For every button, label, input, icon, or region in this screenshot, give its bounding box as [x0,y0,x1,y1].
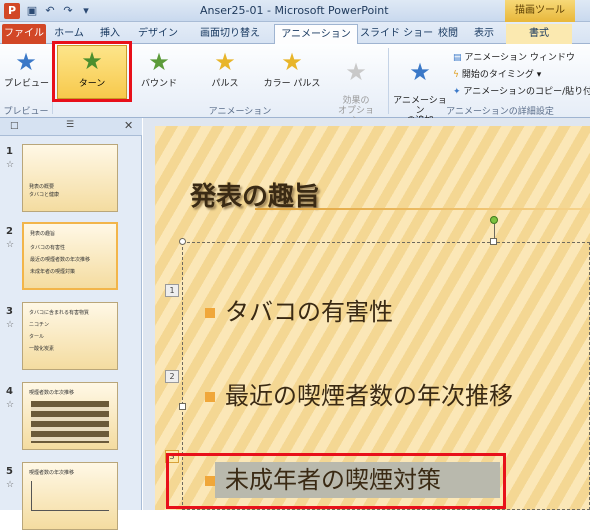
chart-graphic [31,481,109,511]
title-bar: P ▣ ↶ ↷ ▾ Anser25-01 - Microsoft PowerPo… [0,0,590,22]
animation-pane-button[interactable]: ▤ アニメーション ウィンドウ [453,50,575,63]
slide-thumbnail-1[interactable]: 発表の概要 タバコと健康 [22,144,118,212]
resize-handle[interactable] [490,238,497,245]
tab-format[interactable]: 書式 [506,24,572,44]
slide-thumbnail-pane: □ ☰ ✕ 1 ☆ 発表の概要 タバコと健康 2 ☆ 発表の趣旨 タバコの有害性… [0,118,142,530]
slide-editing-area: 発表の趣旨 1 タバコの有害性 2 最近の喫煙者数の年次推移 3 未成年者の喫煙… [143,118,590,510]
drawing-tools-context-header: 描画ツール [505,0,575,22]
color-pulse-animation-button[interactable]: ★ カラー パルス [262,48,322,89]
bounce-animation-button[interactable]: ★ バウンド [137,48,181,89]
bullet-marker [205,392,215,402]
table-graphic [31,401,109,443]
pane-header: □ ☰ ✕ [0,118,142,136]
animation-painter-icon: ✦ [453,87,461,97]
slide-thumbnail-2[interactable]: 発表の趣旨 タバコの有害性 最近の喫煙者数の年次推移 未成年者の喫煙対策 [22,222,118,290]
slide-canvas: 発表の趣旨 1 タバコの有害性 2 最近の喫煙者数の年次推移 3 未成年者の喫煙… [155,126,590,510]
preview-star-icon: ★ [15,48,37,76]
animation-star-icon: ☆ [6,480,15,490]
preview-button[interactable]: ★ プレビュー [4,48,49,89]
slide-thumbnail-5[interactable]: 喫煙者数の年次推移 [22,462,118,530]
bounce-star-icon: ★ [148,48,170,76]
group-label-animation: アニメーション [208,107,272,117]
rotation-handle[interactable] [490,216,498,224]
tab-slideshow[interactable]: スライド ショー [360,24,433,44]
tab-file[interactable]: ファイル [2,24,46,44]
trigger-button[interactable]: ϟ 開始のタイミング ▾ [453,67,541,80]
slide-thumbnail-3[interactable]: タバコに含まれる有害物質 ニコチン タール 一酸化炭素 [22,302,118,370]
animation-star-icon: ☆ [6,160,15,170]
tab-view[interactable]: 表示 [466,24,502,44]
effect-options-button[interactable]: ★ 効果の オプション [334,48,378,126]
animation-pane-icon: ▤ [453,53,462,63]
undo-icon[interactable]: ↶ [42,3,58,19]
slides-tab-icon[interactable]: □ [10,121,19,131]
outline-tab-icon[interactable]: ☰ [66,120,74,130]
slide-number: 1 [6,146,13,157]
bullet-text[interactable]: 最近の喫煙者数の年次推移 [225,376,513,411]
slide-number: 5 [6,466,13,477]
slide-number: 2 [6,226,13,237]
customize-quick-access-icon[interactable]: ▾ [78,3,94,19]
powerpoint-app-icon[interactable]: P [4,3,20,19]
pulse-animation-button[interactable]: ★ パルス [203,48,247,89]
chevron-down-icon: ▾ [536,70,542,80]
save-icon[interactable]: ▣ [24,3,40,19]
resize-handle[interactable] [179,403,186,410]
slide-number: 4 [6,386,13,397]
add-animation-star-icon: ★ [409,58,431,86]
group-label-preview: プレビュー [3,107,49,117]
color-pulse-star-icon: ★ [281,48,303,76]
tab-animations[interactable]: アニメーション [274,24,358,45]
title-underline [255,208,590,210]
animation-order-tag[interactable]: 2 [165,370,179,383]
selected-bullet-highlight-box [166,453,506,509]
pulse-star-icon: ★ [214,48,236,76]
tab-review[interactable]: 校閲 [432,24,464,44]
animation-painter-button[interactable]: ✦ アニメーションのコピー/貼り付け [453,84,590,97]
resize-handle[interactable] [179,238,186,245]
animation-order-tag[interactable]: 1 [165,284,179,297]
turn-highlight-box [52,41,132,102]
animation-star-icon: ☆ [6,320,15,330]
group-label-advanced-animation: アニメーションの詳細設定 [446,107,554,117]
lightning-icon: ϟ [453,70,459,80]
bullet-text[interactable]: タバコの有害性 [225,292,393,327]
tab-design[interactable]: デザイン [130,24,186,44]
slide-number: 3 [6,306,13,317]
effect-options-star-icon: ★ [345,58,367,86]
group-separator [388,48,389,114]
bullet-marker [205,308,215,318]
window-title: Anser25-01 - Microsoft PowerPoint [200,4,389,17]
animation-star-icon: ☆ [6,400,15,410]
redo-icon[interactable]: ↷ [60,3,76,19]
slide-thumbnail-4[interactable]: 喫煙者数の年次推移 [22,382,118,450]
animation-star-icon: ☆ [6,240,15,250]
close-icon[interactable]: ✕ [124,119,133,132]
tab-transitions[interactable]: 画面切り替え [188,24,272,44]
rotation-connector [494,224,495,238]
